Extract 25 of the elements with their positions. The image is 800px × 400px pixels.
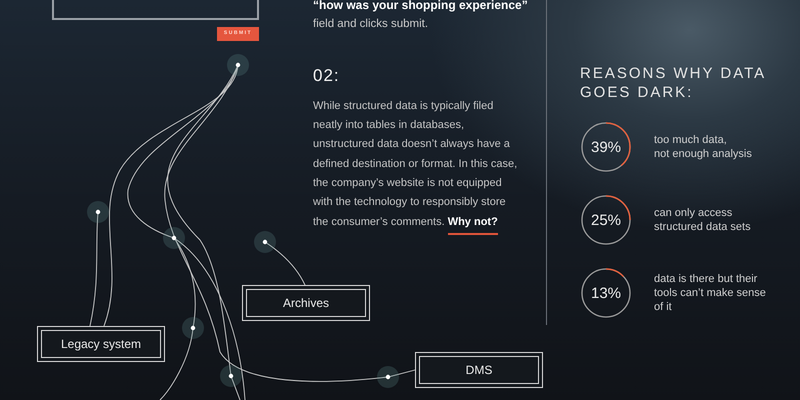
section-heading: REASONS WHY DATA GOES DARK: — [580, 64, 766, 102]
system-node: Archives — [242, 285, 370, 321]
percent-value: 39% — [590, 138, 622, 158]
percent-value: 25% — [590, 210, 622, 230]
system-node: DMS — [415, 352, 543, 388]
progress-ring — [580, 194, 632, 246]
reason-text: can only access structured data sets — [654, 206, 751, 234]
node-dot — [220, 365, 242, 387]
node-dot — [182, 317, 204, 339]
reason-text: data is there but their tools can’t make sense of it — [654, 272, 766, 314]
system-node: Legacy system — [37, 326, 165, 362]
step-text: field and clicks submit. — [313, 17, 430, 32]
node-dot — [227, 54, 249, 76]
node-dot — [87, 201, 109, 223]
progress-ring — [580, 120, 632, 172]
node-dot — [377, 366, 399, 388]
step-number: 02: — [313, 65, 341, 88]
percent-value: 13% — [590, 284, 622, 304]
comment-field[interactable] — [52, 0, 259, 20]
progress-ring — [580, 266, 632, 318]
reason-text: too much data, not enough analysis — [654, 132, 752, 160]
node-dot — [163, 227, 185, 249]
node-dot — [254, 231, 276, 253]
quote-text: “how was your shopping experience” — [313, 0, 529, 14]
step-paragraph: While structured data is typically filed neatly into tables in databases, unstructured data doesn’t always have a defined destination or format. In this case, the company’s website is not equipped with the technology to responsibly store the consumer’s comments. Why not? — [313, 96, 519, 232]
